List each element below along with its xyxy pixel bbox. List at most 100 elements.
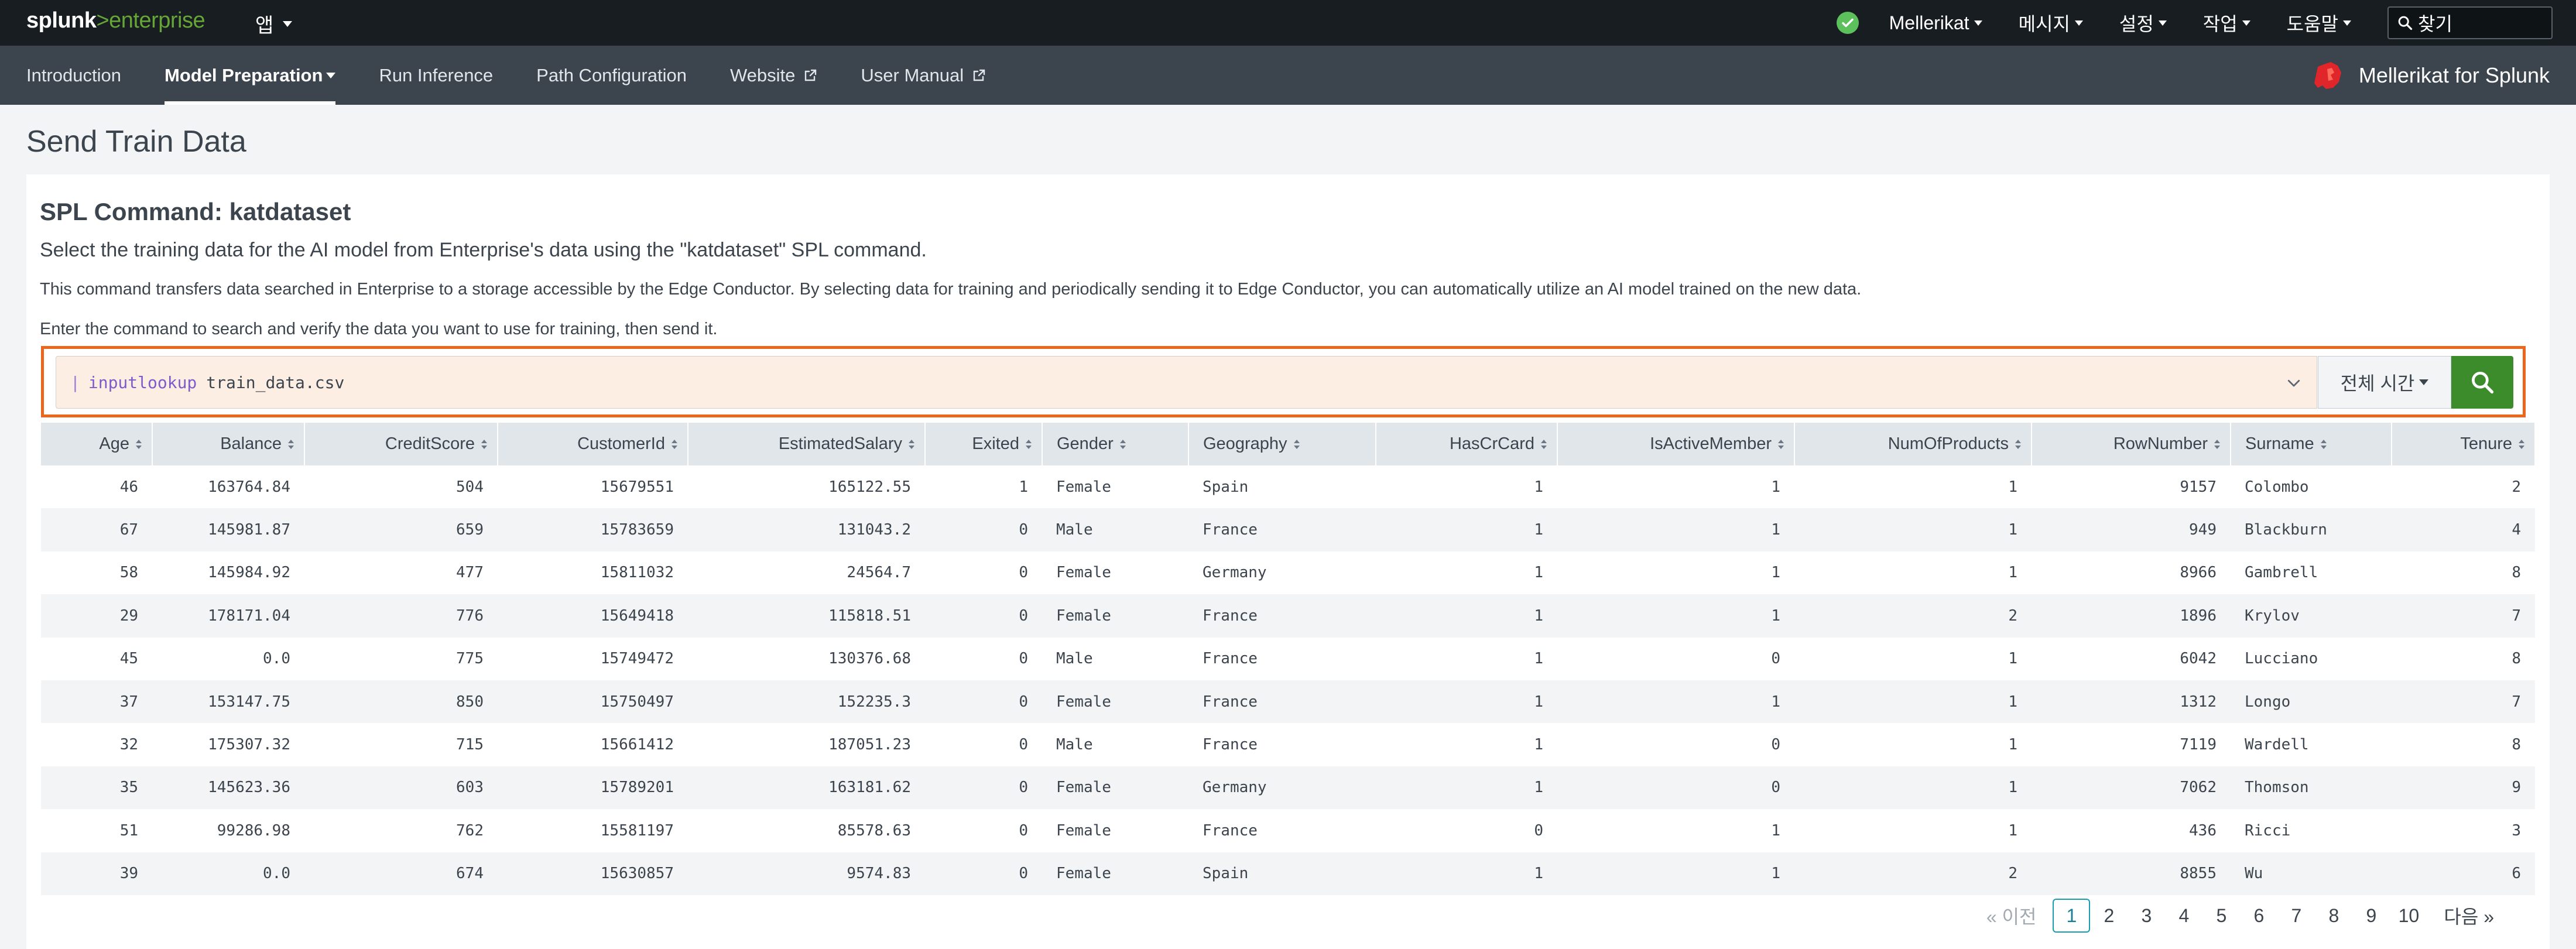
nav-item-4[interactable]: Website [730,46,817,105]
nav-item-label: Path Configuration [536,64,687,85]
column-header[interactable]: EstimatedSalary [688,423,926,465]
table-cell: 163764.84 [152,465,304,509]
table-cell: 1 [1376,508,1557,551]
table-cell: 15783659 [498,508,688,551]
column-header[interactable]: HasCrCard [1376,423,1558,465]
pager-page-9[interactable]: 9 [2352,899,2390,933]
table-cell: 163181.62 [688,766,925,810]
table-cell: 1 [1794,465,2032,509]
sort-icon [2015,440,2021,450]
page-title: Send Train Data [26,125,246,159]
table-cell: 39 [41,852,152,895]
table-cell: 6 [2392,852,2535,895]
table-cell: Male [1042,723,1188,766]
table-cell: Female [1042,680,1188,724]
column-header[interactable]: Tenure [2392,423,2536,465]
table-cell: Blackburn [2231,508,2392,551]
table-cell: 24564.7 [688,551,925,595]
pager-page-4[interactable]: 4 [2165,899,2202,933]
time-range-picker[interactable]: 전체 시간 [2318,356,2451,409]
nav-item-2[interactable]: Run Inference [379,46,493,105]
table-cell: 45 [41,637,152,680]
chevron-down-icon [1974,20,1982,26]
pager-page-2[interactable]: 2 [2090,899,2128,933]
pager-page-7[interactable]: 7 [2277,899,2315,933]
table-row[interactable]: 39 0.0 674 15630857 9574.83 0 Female Spain 1 1 2 88… [41,852,2535,895]
spl-query-input[interactable]: | inputlookup train_data.csv [56,356,2317,409]
column-header[interactable]: Gender [1042,423,1189,465]
table-cell: 1312 [2032,680,2231,724]
pager-page-8[interactable]: 8 [2315,899,2352,933]
chevron-down-icon [2242,20,2250,26]
table-row[interactable]: 37 153147.75 850 15750497 152235.3 0 Female Fra… [41,680,2535,724]
time-range-label: 전체 시간 [2340,373,2415,394]
column-header[interactable]: Geography [1188,423,1376,465]
top-menu-3[interactable]: 작업 [2203,9,2250,36]
table-cell: Female [1042,594,1188,638]
table-cell: Germany [1188,766,1376,810]
table-cell: Germany [1188,551,1376,595]
global-search-label: 찾기 [2418,13,2452,35]
table-cell: 178171.04 [152,594,304,638]
column-header[interactable]: CreditScore [304,423,498,465]
pager-prev[interactable]: « 이전 [1986,902,2037,929]
table-cell: 85578.63 [688,809,925,852]
table-row[interactable]: 67 145981.87 659 15783659 131043.2 0 Male Franc… [41,508,2535,551]
table-row[interactable]: 32 175307.32 715 15661412 187051.23 0 Male Fran… [41,723,2535,766]
table-row[interactable]: 35 145623.36 603 15789201 163181.62 0 Female Ge… [41,766,2535,810]
pager-page-6[interactable]: 6 [2240,899,2277,933]
table-cell: 2 [1794,594,2032,638]
table-cell: 6042 [2032,637,2231,680]
table-cell: 0 [925,852,1042,895]
pager-page-5[interactable]: 5 [2202,899,2240,933]
column-header[interactable]: RowNumber [2032,423,2231,465]
sort-icon [2214,440,2220,450]
column-header[interactable]: Balance [152,423,305,465]
table-cell: 46 [41,465,152,509]
table-row[interactable]: 45 0.0 775 15749472 130376.68 0 Male France 1 0 1 6… [41,637,2535,680]
chevron-down-icon [2074,20,2083,26]
top-menu-1[interactable]: 메시지 [2019,9,2083,36]
table-cell: 1 [1794,809,2032,852]
apps-menu[interactable]: 앱 [255,9,293,38]
table-row[interactable]: 58 145984.92 477 15811032 24564.7 0 Female Germ… [41,551,2535,595]
splunk-logo[interactable]: splunk>enterprise [26,8,205,33]
table-cell: Ricci [2231,809,2392,852]
top-menu-0[interactable]: Mellerikat [1889,12,1982,34]
top-menu-2[interactable]: 설정 [2119,9,2167,36]
pager-next[interactable]: 다음 » [2444,902,2494,929]
pager-page-10[interactable]: 10 [2390,899,2427,933]
column-header[interactable]: NumOfProducts [1794,423,2032,465]
table-cell: France [1188,809,1376,852]
sort-icon [1778,440,1784,450]
nav-item-5[interactable]: User Manual [861,46,986,105]
top-right-menus: Mellerikat 메시지 설정 작업 도움말 찾기 [1836,0,2553,46]
column-header[interactable]: CustomerId [498,423,688,465]
chevron-down-icon[interactable] [2285,374,2303,392]
search-button[interactable] [2451,356,2513,409]
pager-page-1[interactable]: 1 [2053,899,2091,933]
global-search-input[interactable]: 찾기 [2387,6,2553,39]
table-cell: 0 [1557,723,1794,766]
health-status-icon[interactable] [1836,12,1859,34]
table-cell: France [1188,680,1376,724]
column-header[interactable]: Age [41,423,153,465]
nav-item-0[interactable]: Introduction [26,46,121,105]
table-row[interactable]: 51 99286.98 762 15581197 85578.63 0 Female Fran… [41,809,2535,852]
column-header-label: HasCrCard [1449,434,1534,453]
column-header[interactable]: Exited [925,423,1043,465]
nav-item-3[interactable]: Path Configuration [536,46,687,105]
top-menu-4[interactable]: 도움말 [2287,9,2351,36]
column-header[interactable]: Surname [2231,423,2392,465]
table-cell: 9157 [2032,465,2231,509]
column-header[interactable]: IsActiveMember [1557,423,1795,465]
table-cell: 7119 [2032,723,2231,766]
table-cell: Thomson [2231,766,2392,810]
nav-item-1[interactable]: Model Preparation [165,46,336,105]
table-row[interactable]: 46 163764.84 504 15679551 165122.55 1 Female Sp… [41,465,2535,509]
logo-bold-text: splunk [26,8,97,33]
column-header-label: IsActiveMember [1650,434,1772,453]
pager-page-3[interactable]: 3 [2128,899,2165,933]
table-cell: 1 [925,465,1042,509]
table-row[interactable]: 29 178171.04 776 15649418 115818.51 0 Female Fr… [41,594,2535,638]
